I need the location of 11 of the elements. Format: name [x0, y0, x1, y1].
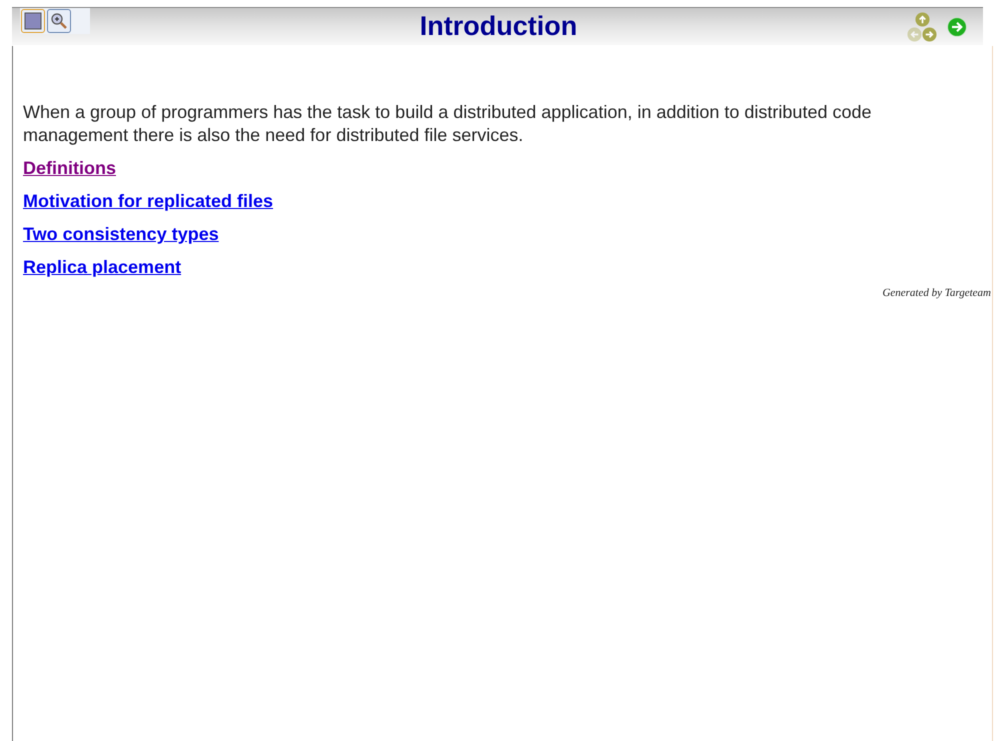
zoom-button[interactable] [47, 9, 71, 33]
frame-button[interactable] [21, 9, 45, 33]
page-title: Introduction [418, 10, 578, 44]
generator-credit: Generated by Targeteam [882, 286, 991, 301]
intro-paragraph: When a group of programmers has the task to build a distributed application, in addition to distributed code management there is also the need for distributed file services. [23, 101, 872, 147]
topic-link[interactable]: Two consistency types [23, 222, 219, 246]
magnifier-icon [50, 12, 68, 30]
topic-link[interactable]: Definitions [23, 156, 116, 180]
topic-link[interactable]: Replica placement [23, 255, 182, 279]
topic-link[interactable]: Motivation for replicated files [23, 189, 274, 213]
square-icon [24, 12, 42, 30]
